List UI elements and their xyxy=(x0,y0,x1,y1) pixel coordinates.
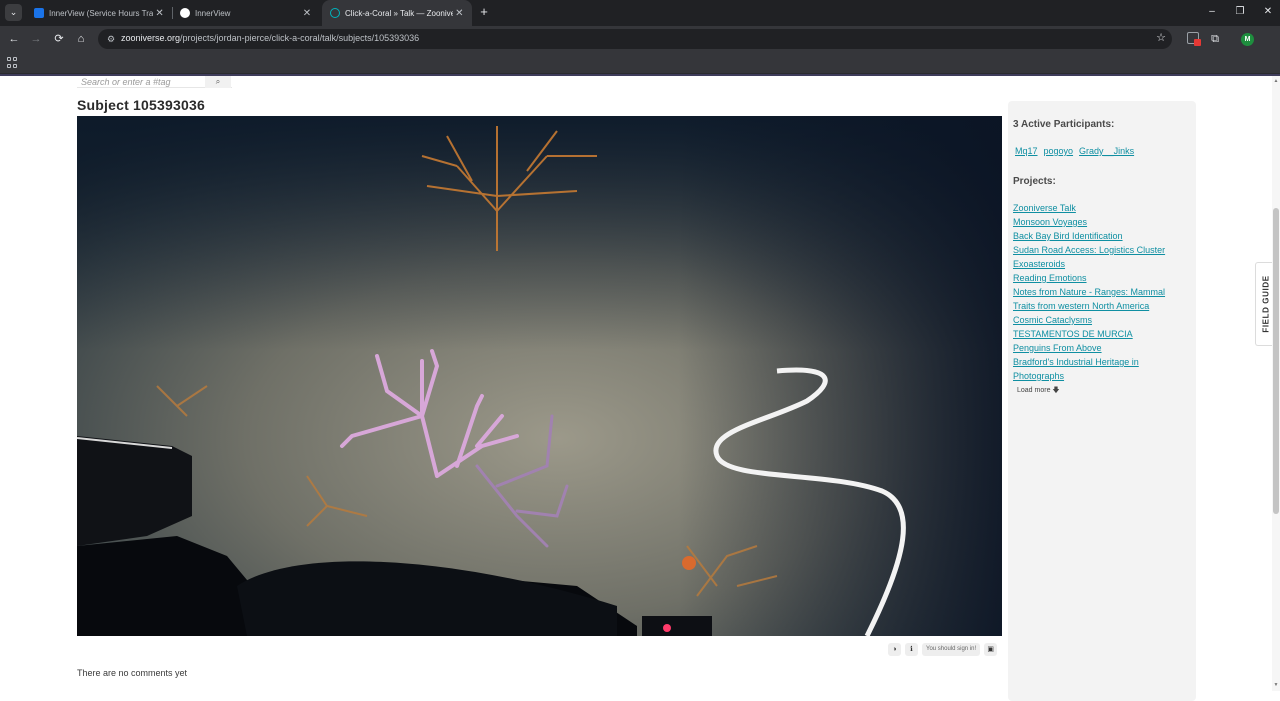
arrow-down-icon: 🡇 xyxy=(1052,387,1060,394)
browser-toolbar: ← → ⟳ ⌂ ⚙ zooniverse.org/projects/jordan… xyxy=(0,26,1280,70)
scroll-down-icon[interactable]: ▼ xyxy=(1273,682,1279,688)
field-guide-label: FIELD GUIDE xyxy=(1261,275,1270,333)
talk-search-input[interactable] xyxy=(81,76,201,88)
project-link[interactable]: TESTAMENTOS DE MURCIA xyxy=(1013,327,1193,341)
tab-title: InnerView xyxy=(195,8,231,18)
participant-link[interactable]: Grady__Jinks xyxy=(1079,146,1134,156)
forward-arrow-icon[interactable]: → xyxy=(27,30,45,48)
subject-image[interactable] xyxy=(77,116,1002,636)
subject-title: Subject 105393036 xyxy=(77,97,205,113)
back-arrow-icon[interactable]: ← xyxy=(5,30,23,48)
browser-tab-bar: ⌄ InnerView (Service Hours Track ✕ Inner… xyxy=(0,0,1280,26)
tab-title: Click-a-Coral » Talk — Zooniver xyxy=(345,8,453,18)
page-scrollbar[interactable]: ▲ ▼ xyxy=(1272,76,1280,691)
tab-click-a-coral[interactable]: Click-a-Coral » Talk — Zooniver ✕ xyxy=(322,0,472,26)
innerview-logo-favicon-icon xyxy=(180,8,190,18)
apps-grid-icon[interactable] xyxy=(7,57,18,68)
project-link[interactable]: Cosmic Cataclysms xyxy=(1013,313,1193,327)
close-window-icon[interactable]: ✕ xyxy=(1258,4,1278,20)
url-text[interactable]: zooniverse.org/projects/jordan-pierce/cl… xyxy=(121,33,419,43)
participant-link[interactable]: pogoyo xyxy=(1044,146,1074,156)
project-link[interactable]: Back Bay Bird Identification xyxy=(1013,229,1193,243)
project-link[interactable]: Penguins From Above xyxy=(1013,341,1193,355)
address-bar[interactable]: ⚙ zooniverse.org/projects/jordan-pierce/… xyxy=(98,29,1172,49)
talk-search: ⌕ xyxy=(77,76,232,88)
project-link[interactable]: Photographs xyxy=(1013,369,1193,383)
new-tab-plus-icon[interactable]: + xyxy=(476,4,492,20)
project-link[interactable]: Traits from western North America xyxy=(1013,299,1193,313)
load-more-label: Load more xyxy=(1017,387,1051,394)
scrollbar-thumb[interactable] xyxy=(1273,208,1279,514)
info-icon[interactable]: ℹ xyxy=(905,642,918,656)
url-path: /projects/jordan-pierce/click-a-coral/ta… xyxy=(180,33,420,43)
project-link[interactable]: Zooniverse Talk xyxy=(1013,201,1193,215)
extension-badge-icon[interactable] xyxy=(1187,32,1201,46)
project-link[interactable]: Notes from Nature - Ranges: Mammal xyxy=(1013,285,1193,299)
reload-icon[interactable]: ⟳ xyxy=(50,30,68,48)
project-link[interactable]: Sudan Road Access: Logistics Cluster xyxy=(1013,243,1193,257)
participant-list: Mq17 pogoyo Grady__Jinks xyxy=(1015,146,1134,156)
participant-link[interactable]: Mq17 xyxy=(1015,146,1038,156)
laser-dot xyxy=(663,624,671,632)
project-link[interactable]: Bradford's Industrial Heritage in xyxy=(1013,355,1193,369)
profile-avatar[interactable]: M xyxy=(1241,33,1254,46)
project-link[interactable]: Exoasteroids xyxy=(1013,257,1193,271)
tab-innerview-service[interactable]: InnerView (Service Hours Track ✕ xyxy=(26,0,172,26)
project-link[interactable]: Reading Emotions xyxy=(1013,271,1193,285)
load-more-button[interactable]: Load more 🡇 xyxy=(1013,385,1064,397)
tab-search-chevron-icon[interactable]: ⌄ xyxy=(5,4,22,21)
site-info-icon[interactable]: ⚙ xyxy=(104,32,118,46)
participants-heading: 3 Active Participants: xyxy=(1013,119,1115,130)
search-icon[interactable]: ⌕ xyxy=(205,76,231,88)
projects-heading: Projects: xyxy=(1013,176,1056,187)
no-comments-message: There are no comments yet xyxy=(77,668,188,678)
invert-contrast-icon[interactable]: ◑ xyxy=(888,642,901,656)
scroll-up-icon[interactable]: ▲ xyxy=(1273,78,1279,84)
close-tab-icon[interactable]: ✕ xyxy=(153,8,166,19)
innerview-favicon-icon xyxy=(34,8,44,18)
bookmarks-bar xyxy=(0,52,1280,74)
tab-innerview[interactable]: InnerView ✕ xyxy=(172,0,320,26)
minimize-window-icon[interactable]: – xyxy=(1202,4,1222,20)
url-host: zooniverse.org xyxy=(121,33,181,43)
bookmark-star-icon[interactable]: ☆ xyxy=(1156,31,1166,44)
orange-object xyxy=(682,556,696,570)
tab-title: InnerView (Service Hours Track xyxy=(49,8,154,18)
project-link[interactable]: Monsoon Voyages xyxy=(1013,215,1193,229)
sidebar: 3 Active Participants: Mq17 pogoyo Grady… xyxy=(1008,101,1196,701)
project-list: Zooniverse Talk Monsoon Voyages Back Bay… xyxy=(1013,201,1193,383)
image-icon[interactable]: ▣ xyxy=(984,642,998,656)
talk-subject-page: ⌕ Subject 105393036 xyxy=(0,76,1280,701)
image-tools: ◑ ℹ You should sign in! ▣ xyxy=(888,642,998,656)
sign-in-button[interactable]: You should sign in! xyxy=(922,642,981,656)
extensions-puzzle-icon[interactable]: ⧉ xyxy=(1206,30,1224,48)
close-tab-icon[interactable]: ✕ xyxy=(300,8,314,19)
home-icon[interactable]: ⌂ xyxy=(72,30,90,48)
restore-window-icon[interactable]: ❐ xyxy=(1230,4,1250,20)
zooniverse-favicon-icon xyxy=(330,8,340,18)
close-tab-icon[interactable]: ✕ xyxy=(453,8,466,19)
